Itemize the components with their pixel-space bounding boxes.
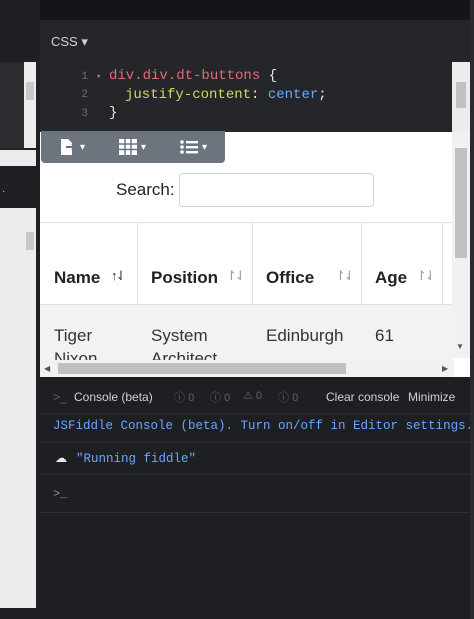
console-header: >_ Console (beta) ⓘ 0 ⓘ 0 ⚠ 0 ⓘ 0 Clear … xyxy=(40,380,470,414)
code-line-2: justify-content: center; xyxy=(125,87,327,103)
left-hscrollbar[interactable] xyxy=(0,150,36,166)
console-divider xyxy=(40,442,470,443)
cell-age: 61 xyxy=(375,326,394,345)
code-line-1: div.div.dt-buttons { xyxy=(109,68,277,84)
list-icon xyxy=(180,140,198,154)
css-editor[interactable]: 1 ▾ div.div.dt-buttons { 2 justify-conte… xyxy=(40,62,454,132)
left-scrollbar-top[interactable] xyxy=(24,62,36,148)
fold-icon[interactable]: ▾ xyxy=(96,72,101,82)
warning-count-icon: ⚠ 0 xyxy=(243,390,263,402)
export-button[interactable]: ▾ xyxy=(41,131,102,163)
css-panel-header xyxy=(40,20,474,62)
search-label: Search: xyxy=(116,180,175,199)
cell-name: Tiger Nixon xyxy=(54,326,98,360)
css-property: justify-content xyxy=(125,87,252,103)
sort-icon[interactable]: ↾⇃ xyxy=(226,268,246,284)
error-count-icon: ⓘ 0 xyxy=(278,392,299,404)
dt-buttons-group: ▾ ▾ ▾ xyxy=(41,131,225,163)
console-title[interactable]: Console (beta) xyxy=(74,390,153,404)
console-info-message: JSFiddle Console (beta). Turn on/off in … xyxy=(53,419,474,433)
columns-button[interactable]: ▾ xyxy=(102,131,163,163)
cloud-icon: ☁ xyxy=(55,451,67,465)
cell-position: System Architect xyxy=(151,326,218,360)
sort-icon[interactable]: ↾⇃ xyxy=(416,268,436,284)
left-dot: · xyxy=(2,186,6,197)
column-header-age[interactable]: Age xyxy=(375,268,407,288)
line-number: 2 xyxy=(81,89,88,101)
left-scrollbar-thumb-2[interactable] xyxy=(26,232,34,250)
line-number: 1 xyxy=(81,71,88,83)
file-export-icon xyxy=(60,139,76,155)
css-panel-label[interactable]: CSS ▾ xyxy=(51,34,88,50)
sort-asc-icon[interactable]: ↑⇃ xyxy=(111,268,126,284)
code-brace: { xyxy=(260,68,278,84)
css-selector: div.div.dt-buttons xyxy=(109,68,261,84)
css-value: center xyxy=(267,87,319,103)
log-count-icon: ⓘ 0 xyxy=(210,392,231,404)
code-line-3: } xyxy=(109,105,118,121)
console-divider xyxy=(40,512,470,513)
left-scrollbar-thumb[interactable] xyxy=(26,82,34,100)
caret-down-icon: ▾ xyxy=(140,141,147,153)
list-button[interactable]: ▾ xyxy=(163,131,224,163)
grid-icon xyxy=(118,139,137,155)
cell-office: Edinburgh xyxy=(266,326,344,345)
clear-console-button[interactable]: Clear console xyxy=(326,390,399,404)
minimize-button[interactable]: Minimize xyxy=(408,390,455,404)
console-prompt-icon: >_ xyxy=(53,390,67,404)
column-header-position[interactable]: Position xyxy=(151,268,218,288)
column-header-name[interactable]: Name xyxy=(54,268,100,288)
column-header-office[interactable]: Office xyxy=(266,268,314,288)
right-panel-strip xyxy=(470,0,474,619)
console-divider xyxy=(40,474,470,475)
search-input[interactable] xyxy=(179,173,374,207)
console-log-message: "Running fiddle" xyxy=(76,452,197,466)
result-hscrollbar[interactable]: ◀ ▶ xyxy=(40,360,454,377)
line-number: 3 xyxy=(81,108,88,120)
editor-scrollbar[interactable] xyxy=(452,62,470,132)
top-bar xyxy=(40,0,474,20)
code-semicolon: ; xyxy=(318,87,327,103)
result-vscrollbar[interactable]: ▼ xyxy=(452,132,470,358)
caret-down-icon: ▾ xyxy=(79,141,86,153)
caret-down-icon: ▾ xyxy=(201,141,208,153)
console-input[interactable]: >_ xyxy=(53,487,67,501)
sort-icon[interactable]: ↾⇃ xyxy=(335,268,355,284)
left-result-fragment xyxy=(0,208,36,608)
info-count-icon: ⓘ 0 xyxy=(174,392,195,404)
